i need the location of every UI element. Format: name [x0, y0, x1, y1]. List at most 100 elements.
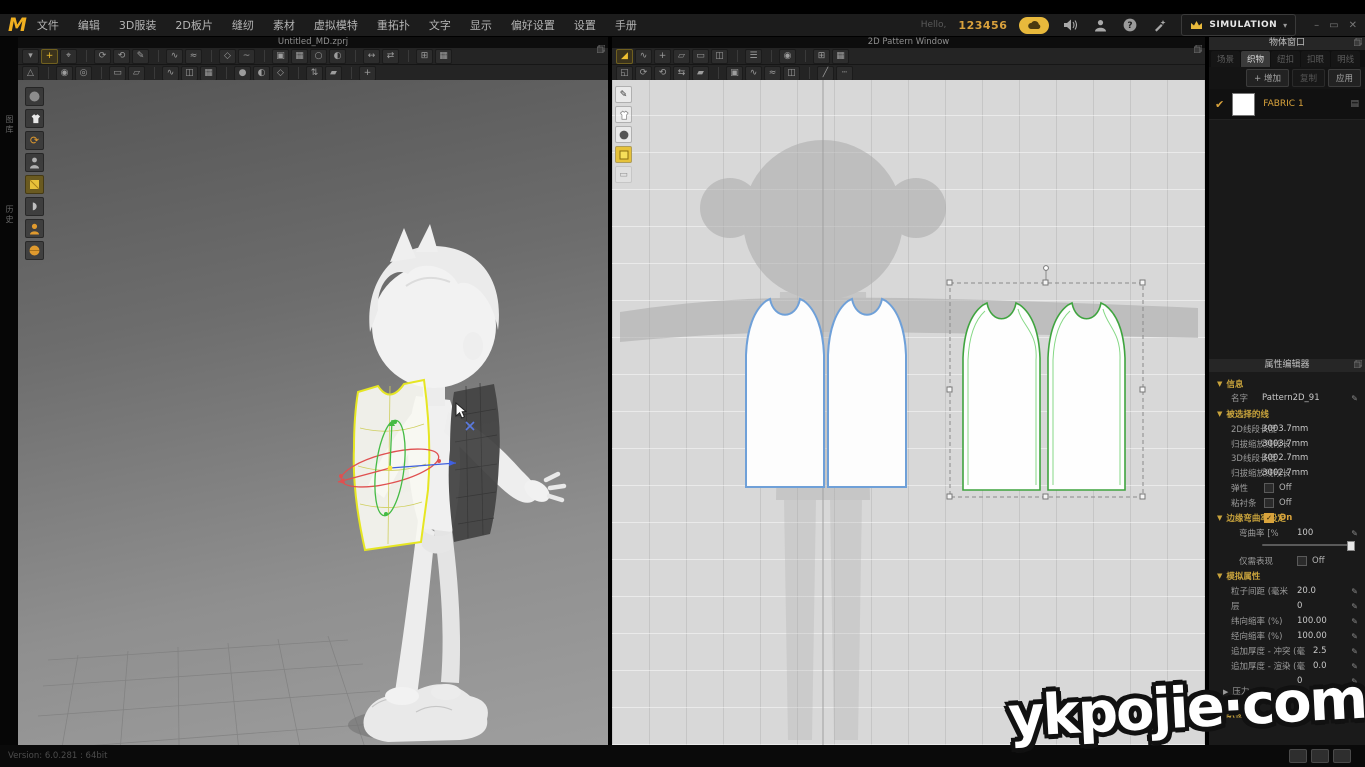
sew-free-tool[interactable]: ≈	[764, 66, 781, 81]
tab-topstitch[interactable]: 明线	[1331, 51, 1360, 67]
garment-2-tool[interactable]: ▦	[291, 49, 308, 64]
menu-material[interactable]: 素材	[273, 17, 295, 33]
camera-tool[interactable]: ◉	[56, 66, 73, 81]
flip-tool[interactable]: ⇆	[673, 66, 690, 81]
show-garment-2d-icon[interactable]	[615, 106, 632, 123]
show-seam-icon[interactable]: ◗	[25, 197, 44, 216]
layer-value[interactable]: 0	[1297, 601, 1302, 611]
transform-pattern-tool[interactable]: ◢	[616, 49, 633, 64]
stitch-view-tool[interactable]: ∿	[162, 66, 179, 81]
menu-retopology[interactable]: 重拓扑	[377, 17, 410, 33]
pleats-tool[interactable]: ☰	[745, 49, 762, 64]
fabric-swatch[interactable]	[1232, 93, 1255, 116]
snap-grid-tool[interactable]: ▦	[832, 49, 849, 64]
gizmo-tool[interactable]: ◇	[272, 66, 289, 81]
show-avatar-icon[interactable]	[25, 153, 44, 172]
rotate-ccw-tool[interactable]: ⟲	[113, 49, 130, 64]
rectangle-tool[interactable]: ▭	[692, 49, 709, 64]
show-pattern-icon[interactable]	[25, 175, 44, 194]
move-gizmo-tool[interactable]: +	[41, 49, 58, 64]
edit-particle-distance-icon[interactable]: ✎	[1351, 587, 1358, 596]
close-button[interactable]: ✕	[1349, 20, 1357, 31]
view-mode-c-icon[interactable]	[1333, 749, 1351, 763]
sew-segment-tool[interactable]: ∿	[745, 66, 762, 81]
sync-colorway-icon[interactable]: ⟳	[25, 131, 44, 150]
view-mode-b-icon[interactable]	[1311, 749, 1329, 763]
measure-tool[interactable]: ↔	[363, 49, 380, 64]
show-pattern-2d-icon[interactable]	[615, 146, 632, 163]
show-avatar-sphere-icon[interactable]	[25, 87, 44, 106]
pen-3d-tool[interactable]: ✎	[132, 49, 149, 64]
flatten-tool[interactable]: ▭	[109, 66, 126, 81]
axis-tool[interactable]: +	[359, 66, 376, 81]
edit-pin-tool[interactable]: ⌖	[60, 49, 77, 64]
garment-tool[interactable]: ▣	[726, 66, 743, 81]
rotate-tool[interactable]: ⟳	[94, 49, 111, 64]
warp-shrink-value[interactable]: 100.00	[1297, 631, 1327, 641]
edit-curvature-icon[interactable]: ✎	[1351, 529, 1358, 538]
restore-button[interactable]: ▭	[1329, 20, 1338, 31]
light-tool[interactable]: ●	[234, 66, 251, 81]
menu-sewing[interactable]: 缝纫	[232, 17, 254, 33]
menu-preferences[interactable]: 偏好设置	[511, 17, 555, 33]
curvature-value[interactable]: 100	[1297, 528, 1313, 538]
texture-tool[interactable]: ◫	[181, 66, 198, 81]
menu-edit[interactable]: 编辑	[78, 17, 100, 33]
name-value[interactable]: Pattern2D_91	[1262, 393, 1320, 403]
sew-segment-tool[interactable]: ∿	[166, 49, 183, 64]
tape-tool[interactable]: ⇄	[382, 49, 399, 64]
library-vertical-tab[interactable]: 图库	[4, 115, 15, 135]
thickness-collision-value[interactable]: 2.5	[1313, 646, 1327, 656]
particle-distance-value[interactable]: 20.0	[1297, 586, 1316, 596]
show-garment-fit-tool[interactable]: ▣	[272, 49, 289, 64]
grid-a-tool[interactable]: ⊞	[416, 49, 433, 64]
speaker-icon[interactable]	[1061, 16, 1079, 34]
seam-allowance-tool[interactable]: ▰	[692, 66, 709, 81]
fabric-check-icon[interactable]: ✔	[1215, 98, 1224, 111]
section-selected-lines[interactable]: ▼被选择的线	[1209, 407, 1365, 421]
menu-3d-garment[interactable]: 3D服装	[119, 17, 156, 33]
section-simulation[interactable]: ▼模拟属性	[1209, 569, 1365, 583]
render-only-checkbox[interactable]	[1297, 556, 1307, 566]
3d-viewport[interactable]: ⟳ ◗	[18, 80, 608, 745]
grid-tool[interactable]: ⊞	[813, 49, 830, 64]
menu-file[interactable]: 文件	[37, 17, 59, 33]
avatar-a-tool[interactable]: ○	[310, 49, 327, 64]
edit-warp-shrink-icon[interactable]: ✎	[1351, 632, 1358, 641]
add-point-tool[interactable]: +	[654, 49, 671, 64]
rotate-ccw-tool[interactable]: ⟲	[654, 66, 671, 81]
menu-display[interactable]: 显示	[470, 17, 492, 33]
dart-tool[interactable]: ◫	[711, 49, 728, 64]
show-garment-icon[interactable]	[25, 109, 44, 128]
edit-curve-tool[interactable]: ∿	[635, 49, 652, 64]
drape-tool[interactable]: ~	[238, 49, 255, 64]
fabric-menu-icon[interactable]: ▤	[1350, 99, 1359, 109]
edit-layer-icon[interactable]: ✎	[1351, 602, 1358, 611]
uv-tool[interactable]: ▱	[128, 66, 145, 81]
mesh-tool[interactable]: ▦	[200, 66, 217, 81]
basting-tool[interactable]: ┄	[836, 66, 853, 81]
menu-manual[interactable]: 手册	[615, 17, 637, 33]
grid-b-tool[interactable]: ▦	[435, 49, 452, 64]
menu-avatar[interactable]: 虚拟模特	[314, 17, 358, 33]
polygon-tool[interactable]: ▱	[673, 49, 690, 64]
history-vertical-tab[interactable]: 历史	[4, 205, 15, 225]
extra-toggle-icon[interactable]: ▭	[615, 166, 632, 183]
help-icon[interactable]: ?	[1121, 16, 1139, 34]
menu-2d-pattern[interactable]: 2D板片	[175, 17, 212, 33]
edit-weft-shrink-icon[interactable]: ✎	[1351, 617, 1358, 626]
pen-display-icon[interactable]: ✎	[615, 86, 632, 103]
layer-up-tool[interactable]: ⇅	[306, 66, 323, 81]
tab-scene[interactable]: 场景	[1211, 51, 1240, 67]
layer-clone-tool[interactable]: ◫	[783, 66, 800, 81]
add-fabric-button[interactable]: + 增加	[1246, 69, 1289, 87]
minimize-button[interactable]: –	[1314, 20, 1319, 31]
select-tool[interactable]: ▾	[22, 49, 39, 64]
show-sphere-2d-icon[interactable]	[615, 126, 632, 143]
elastic-checkbox[interactable]	[1264, 483, 1274, 493]
tape-checkbox[interactable]	[1264, 498, 1274, 508]
edge-curvature-checkbox[interactable]: ✓	[1264, 513, 1274, 523]
tab-fabric[interactable]: 织物	[1241, 51, 1270, 67]
camera-2-tool[interactable]: ◎	[75, 66, 92, 81]
fabric-list-item[interactable]: ✔ FABRIC 1 ▤	[1209, 89, 1365, 120]
